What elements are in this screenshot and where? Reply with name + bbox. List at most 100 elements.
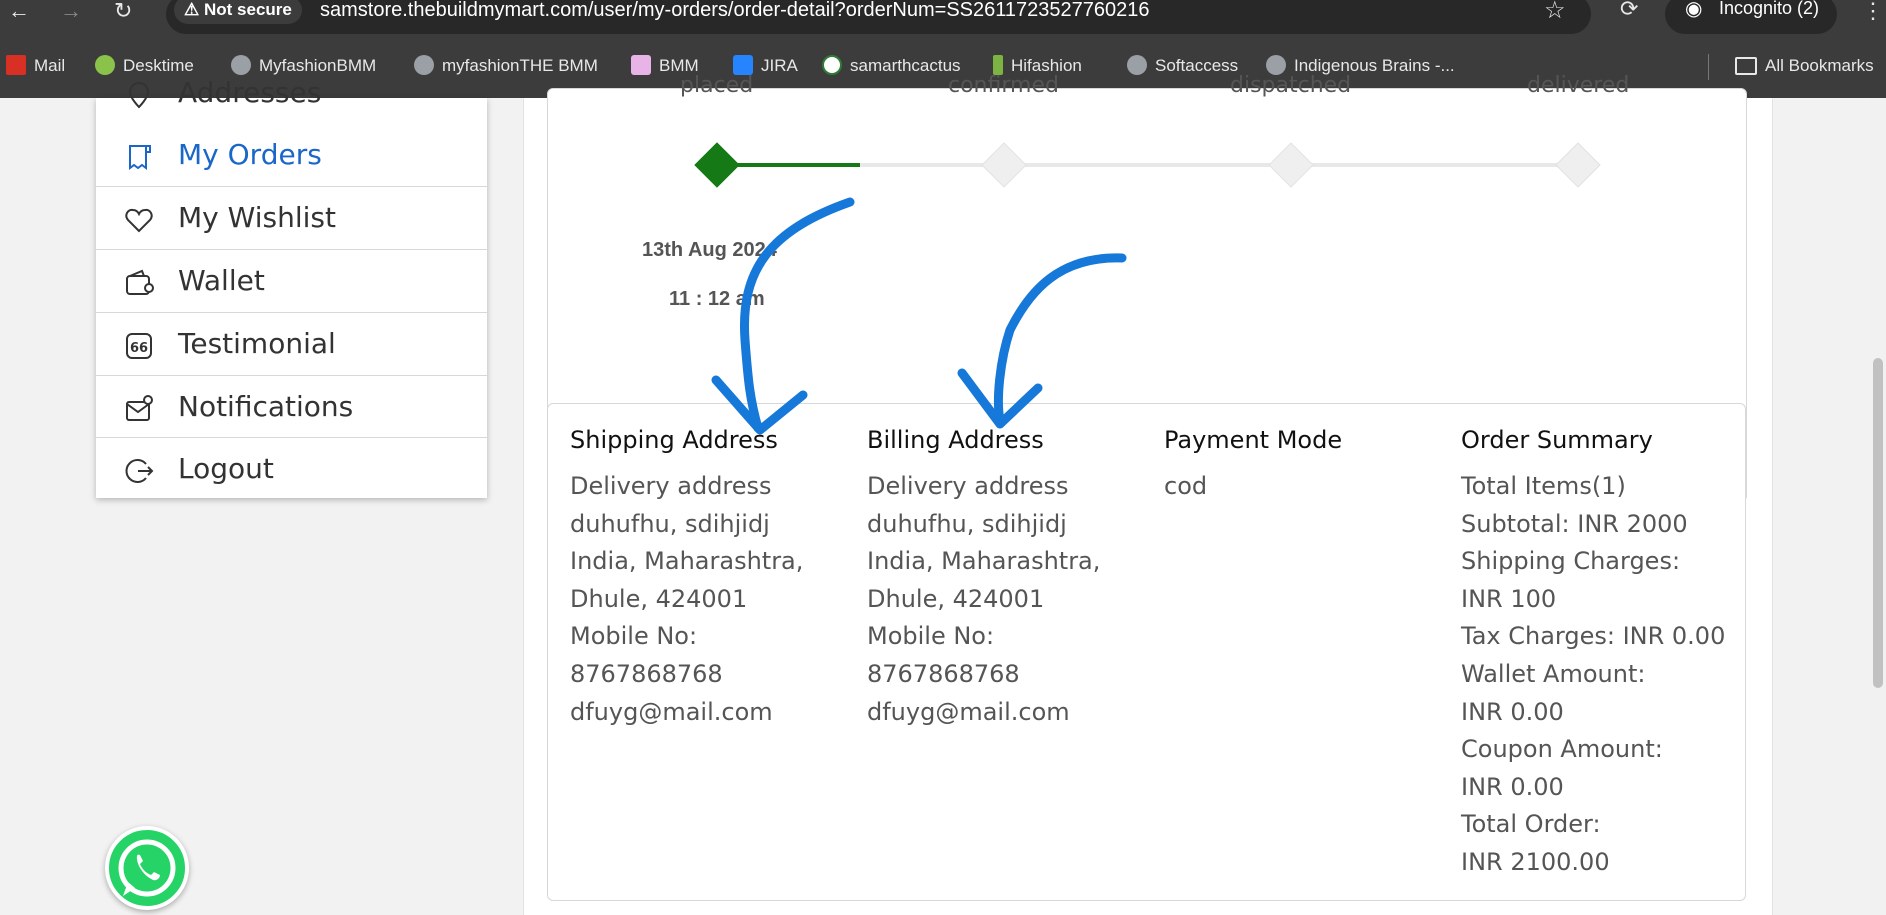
menu-icon[interactable]: ⋮ bbox=[1862, 0, 1884, 24]
incognito-icon: ◉ bbox=[1685, 0, 1703, 20]
shipping-line: Dhule, 424001 bbox=[570, 584, 748, 613]
billing-line: India, Maharashtra, bbox=[867, 547, 1101, 576]
billing-address-title: Billing Address bbox=[867, 426, 1044, 454]
bookmark-label: Mail bbox=[34, 56, 66, 75]
summary-line: Tax Charges: INR 0.00 bbox=[1461, 622, 1726, 651]
billing-address-section: Billing Address Delivery address duhufhu… bbox=[867, 426, 1157, 731]
summary-line: INR 2100.00 bbox=[1461, 847, 1610, 876]
incognito-label: Incognito (2) bbox=[1719, 0, 1820, 18]
summary-line: Wallet Amount: bbox=[1461, 659, 1646, 688]
extension-icon[interactable]: ⟳ bbox=[1620, 0, 1638, 22]
globe-icon bbox=[1266, 55, 1286, 75]
sidebar-item-label: Logout bbox=[178, 452, 274, 485]
incognito-button[interactable]: ◉ Incognito (2) bbox=[1665, 0, 1837, 34]
shipping-line: duhufhu, sdihjidj bbox=[570, 509, 770, 538]
step-marker-dispatched bbox=[1268, 142, 1314, 188]
all-bookmarks[interactable]: All Bookmarks bbox=[1735, 55, 1874, 77]
not-secure-label: Not secure bbox=[203, 0, 292, 19]
sidebar-item-testimonial[interactable]: 66 Testimonial bbox=[96, 312, 487, 375]
globe-icon bbox=[1127, 55, 1147, 75]
shipping-line: 8767868768 bbox=[570, 659, 723, 688]
sidebar-item-notifications[interactable]: Notifications bbox=[96, 375, 487, 438]
step-label-dispatched: dispatched bbox=[1230, 73, 1352, 98]
step-label-delivered: delivered bbox=[1527, 73, 1630, 98]
jira-icon bbox=[733, 55, 753, 75]
shipping-line: India, Maharashtra, bbox=[570, 547, 804, 576]
billing-line: Delivery address bbox=[867, 472, 1069, 500]
receipt-icon bbox=[129, 145, 151, 170]
bookmark-softaccess[interactable]: Softaccess bbox=[1127, 55, 1238, 77]
summary-line: Shipping Charges: bbox=[1461, 547, 1681, 576]
folder-icon bbox=[1735, 57, 1757, 75]
sidebar-item-label: Testimonial bbox=[178, 327, 336, 360]
page-content: Addresses My Orders My Wishlist Wallet 6… bbox=[0, 73, 1886, 915]
mail-icon bbox=[126, 395, 153, 421]
bookmark-mail[interactable]: Mail bbox=[6, 55, 65, 77]
summary-line: Subtotal: INR 2000 bbox=[1461, 509, 1688, 538]
shipping-address-section: Shipping Address Delivery address duhufh… bbox=[570, 426, 860, 731]
heart-icon bbox=[125, 208, 153, 233]
sidebar-item-label: My Wishlist bbox=[178, 201, 336, 234]
sidebar-item-my-wishlist[interactable]: My Wishlist bbox=[96, 186, 487, 249]
cactus-icon bbox=[822, 55, 842, 75]
step-label-placed: placed bbox=[680, 73, 754, 98]
page-scrollbar[interactable] bbox=[1870, 98, 1886, 915]
whatsapp-button[interactable] bbox=[105, 826, 189, 910]
bookmark-samarthcactus[interactable]: samarthcactus bbox=[822, 55, 961, 77]
warning-icon: ⚠ bbox=[184, 0, 200, 19]
bookmarks-separator bbox=[1708, 54, 1709, 80]
shipping-line: dfuyg@mail.com bbox=[570, 697, 773, 726]
forward-icon[interactable]: → bbox=[60, 0, 82, 24]
order-date: 13th Aug 2024 bbox=[642, 239, 777, 261]
not-secure-badge[interactable]: ⚠ Not secure bbox=[174, 0, 302, 24]
back-icon[interactable]: ← bbox=[8, 0, 30, 24]
sidebar-item-logout[interactable]: Logout bbox=[96, 437, 487, 500]
bookmark-label: samarthcactus bbox=[850, 56, 961, 75]
all-bookmarks-label: All Bookmarks bbox=[1765, 56, 1874, 75]
summary-line: INR 0.00 bbox=[1461, 772, 1564, 801]
reload-icon[interactable]: ↻ bbox=[114, 0, 132, 24]
billing-line: dfuyg@mail.com bbox=[867, 697, 1070, 726]
payment-mode-title: Payment Mode bbox=[1164, 426, 1343, 454]
url-text[interactable]: samstore.thebuildmymart.com/user/my-orde… bbox=[320, 0, 1150, 22]
order-time: 11 : 12 am bbox=[669, 288, 765, 310]
logout-icon bbox=[125, 459, 154, 483]
summary-line: Coupon Amount: bbox=[1461, 735, 1663, 764]
step-marker-confirmed bbox=[981, 142, 1027, 188]
billing-line: 8767868768 bbox=[867, 659, 1020, 688]
billing-line: duhufhu, sdihjidj bbox=[867, 509, 1067, 538]
summary-line: INR 100 bbox=[1461, 584, 1557, 613]
sidebar-item-label: Addresses bbox=[178, 76, 322, 109]
quote-icon: 66 bbox=[126, 333, 152, 359]
address-row: ← → ↻ ⚠ Not secure samstore.thebuildmyma… bbox=[0, 0, 1886, 34]
svg-text:66: 66 bbox=[130, 341, 148, 356]
bookmark-label: Softaccess bbox=[1155, 56, 1239, 75]
scrollbar-thumb[interactable] bbox=[1873, 358, 1883, 688]
whatsapp-icon bbox=[118, 839, 176, 897]
step-marker-placed bbox=[694, 142, 740, 188]
account-sidebar: Addresses My Orders My Wishlist Wallet 6… bbox=[96, 76, 487, 500]
bookmark-star-icon[interactable]: ☆ bbox=[1544, 0, 1566, 25]
sidebar-item-my-orders[interactable]: My Orders bbox=[96, 124, 487, 186]
summary-line: INR 0.00 bbox=[1461, 697, 1564, 726]
billing-line: Mobile No: bbox=[867, 622, 995, 651]
step-marker-delivered bbox=[1555, 142, 1601, 188]
shipping-address-title: Shipping Address bbox=[570, 426, 778, 454]
order-summary-section: Order Summary Total Items(1) Subtotal: I… bbox=[1461, 426, 1751, 882]
gmail-icon bbox=[6, 55, 26, 75]
order-info-card: Shipping Address Delivery address duhufh… bbox=[547, 403, 1746, 901]
summary-line: Total Order: bbox=[1461, 810, 1601, 839]
payment-mode-value: cod bbox=[1164, 472, 1208, 500]
hifashion-icon bbox=[993, 55, 1003, 75]
bmm-icon bbox=[631, 55, 651, 75]
sidebar-item-label: My Orders bbox=[178, 138, 322, 171]
sidebar-item-label: Notifications bbox=[178, 390, 354, 423]
bookmark-label: JIRA bbox=[761, 56, 798, 75]
wallet-icon bbox=[126, 269, 154, 295]
shipping-line: Delivery address bbox=[570, 472, 772, 500]
order-summary-title: Order Summary bbox=[1461, 426, 1653, 454]
sidebar-item-wallet[interactable]: Wallet bbox=[96, 249, 487, 312]
step-label-confirmed: confirmed bbox=[948, 73, 1059, 98]
billing-line: Dhule, 424001 bbox=[867, 584, 1045, 613]
sidebar-item-addresses[interactable]: Addresses bbox=[96, 62, 487, 124]
